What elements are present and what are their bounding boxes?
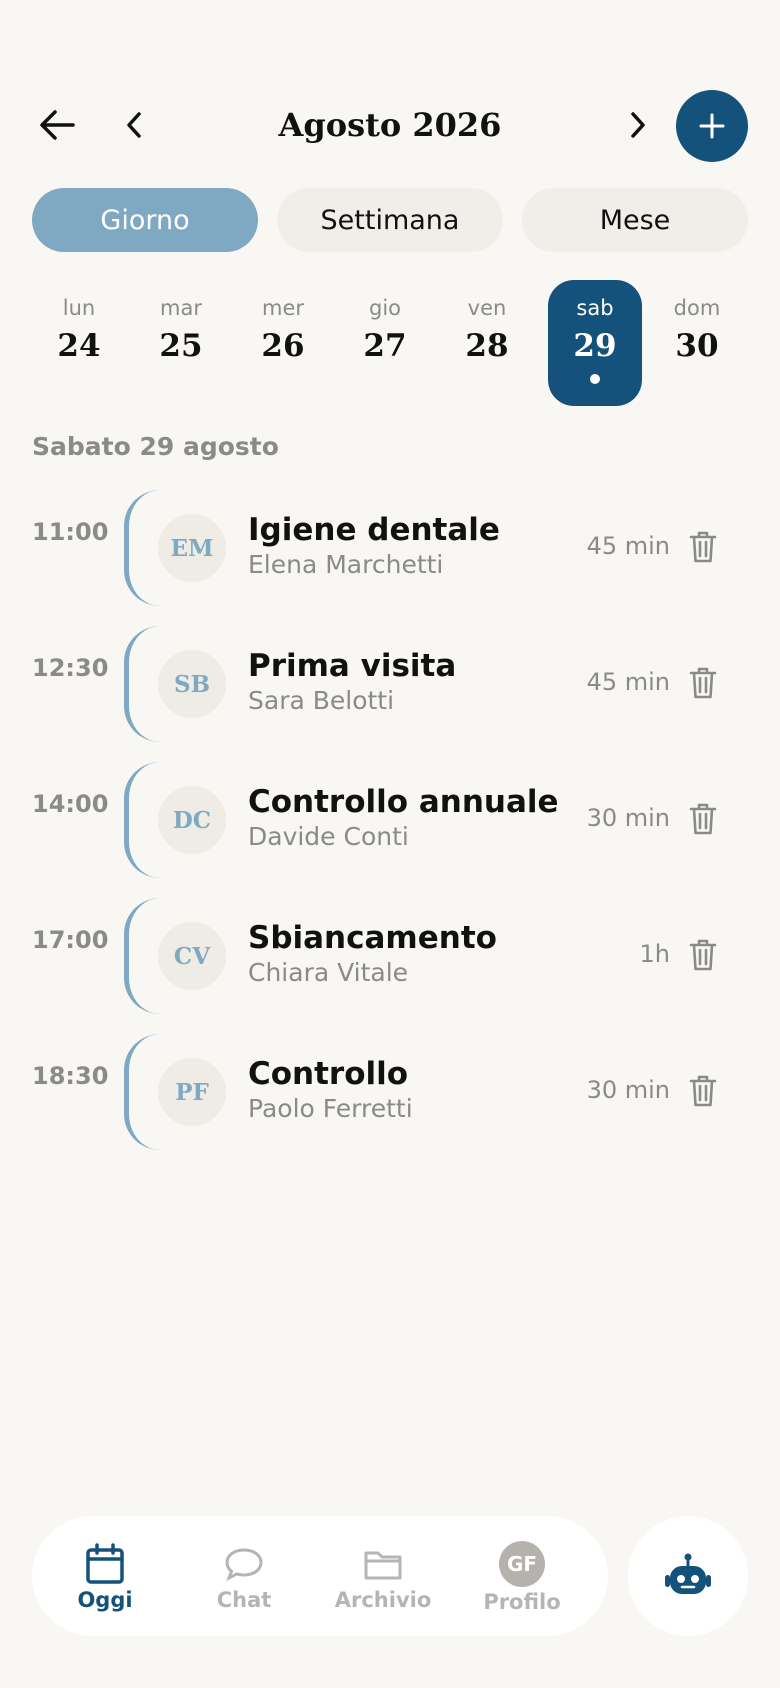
appointment-time: 11:00 [32, 518, 109, 546]
nav-label: Chat [216, 1588, 272, 1612]
nav-item-archivio[interactable]: Archivio [314, 1516, 452, 1636]
appointment-item[interactable]: 18:30 PF Controllo Paolo Ferretti 30 min [0, 1034, 780, 1152]
patient-name: Davide Conti [248, 822, 409, 851]
nav-item-oggi[interactable]: Oggi [36, 1516, 174, 1636]
day-number: 30 [675, 328, 719, 364]
trash-icon[interactable] [688, 1074, 718, 1108]
tab-giorno[interactable]: Giorno [32, 188, 258, 252]
day-name: ven [467, 296, 507, 320]
appointment-title: Controllo [248, 1056, 409, 1092]
plus-icon [699, 113, 725, 139]
nav-label: Oggi [77, 1588, 133, 1612]
nav-label: Archivio [334, 1588, 432, 1612]
appointment-duration: 45 min [586, 668, 670, 696]
patient-avatar: PF [158, 1058, 226, 1126]
trash-icon[interactable] [688, 666, 718, 700]
patient-name: Chiara Vitale [248, 958, 409, 987]
patient-name: Sara Belotti [248, 686, 395, 715]
next-month-button[interactable] [622, 104, 654, 146]
folder-icon [364, 1551, 402, 1580]
appointment-title: Igiene dentale [248, 512, 500, 548]
events-dot [590, 374, 600, 384]
patient-avatar: EM [158, 514, 226, 582]
day-name: gio [368, 296, 401, 320]
appointment-duration: 30 min [586, 804, 670, 832]
day-item[interactable]: mar 25 [134, 280, 228, 406]
day-number: 25 [159, 328, 203, 364]
patient-avatar: DC [158, 786, 226, 854]
appointment-time: 18:30 [32, 1062, 109, 1090]
appointment-duration: 1h [639, 940, 670, 968]
trash-icon[interactable] [688, 802, 718, 836]
day-item[interactable]: dom 30 [650, 280, 744, 406]
tab-mese[interactable]: Mese [522, 188, 748, 252]
day-number: 24 [57, 328, 101, 364]
day-number: 28 [465, 328, 509, 364]
nav-item-chat[interactable]: Chat [175, 1516, 313, 1636]
add-appointment-button[interactable] [676, 90, 748, 162]
selected-date-label: Sabato 29 agosto [32, 432, 279, 461]
trash-icon[interactable] [688, 938, 718, 972]
appointment-duration: 45 min [586, 532, 670, 560]
header: Agosto 2026 [0, 90, 780, 162]
day-item-selected[interactable]: sab 29 [548, 280, 642, 406]
robot-icon [665, 1553, 711, 1594]
month-title: Agosto 2026 [278, 106, 502, 144]
patient-name: Paolo Ferretti [248, 1094, 413, 1123]
patient-avatar: SB [158, 650, 226, 718]
day-strip: lun 24 mar 25 mer 26 gio 27 ven 28 sab 2… [32, 280, 748, 406]
appointment-title: Prima visita [248, 648, 457, 684]
day-name: mar [160, 296, 202, 320]
bottom-nav: Oggi Chat Archivio GF Profilo [32, 1516, 608, 1636]
appointment-item[interactable]: 17:00 CV Sbiancamento Chiara Vitale 1h [0, 898, 780, 1016]
day-item[interactable]: lun 24 [32, 280, 126, 406]
nav-label: Profilo [483, 1590, 561, 1614]
day-name: dom [673, 296, 721, 320]
view-switcher: Giorno Settimana Mese [32, 188, 748, 252]
chevron-right-icon [631, 112, 645, 138]
day-name: lun [62, 296, 96, 320]
day-number: 26 [261, 328, 305, 364]
appointment-time: 12:30 [32, 654, 109, 682]
appointment-item[interactable]: 14:00 DC Controllo annuale Davide Conti … [0, 762, 780, 880]
day-item[interactable]: ven 28 [440, 280, 534, 406]
appointment-item[interactable]: 11:00 EM Igiene dentale Elena Marchetti … [0, 490, 780, 608]
day-number: 29 [573, 328, 617, 364]
appointment-time: 14:00 [32, 790, 109, 818]
day-number: 27 [363, 328, 407, 364]
appointment-title: Sbiancamento [248, 920, 497, 956]
trash-icon[interactable] [688, 530, 718, 564]
day-name: sab [576, 296, 614, 320]
patient-avatar: CV [158, 922, 226, 990]
assistant-button[interactable] [628, 1516, 748, 1636]
appointment-item[interactable]: 12:30 SB Prima visita Sara Belotti 45 mi… [0, 626, 780, 744]
day-item[interactable]: mer 26 [236, 280, 330, 406]
calendar-icon [86, 1543, 124, 1584]
day-name: mer [261, 296, 304, 320]
patient-name: Elena Marchetti [248, 550, 444, 579]
appointment-title: Controllo annuale [248, 784, 559, 820]
tab-settimana[interactable]: Settimana [277, 188, 503, 252]
nav-item-profilo[interactable]: GF Profilo [453, 1516, 591, 1636]
appointment-time: 17:00 [32, 926, 109, 954]
avatar: GF [499, 1541, 545, 1587]
appointment-duration: 30 min [586, 1076, 670, 1104]
chat-bubble-icon [225, 1548, 263, 1582]
day-item[interactable]: gio 27 [338, 280, 432, 406]
